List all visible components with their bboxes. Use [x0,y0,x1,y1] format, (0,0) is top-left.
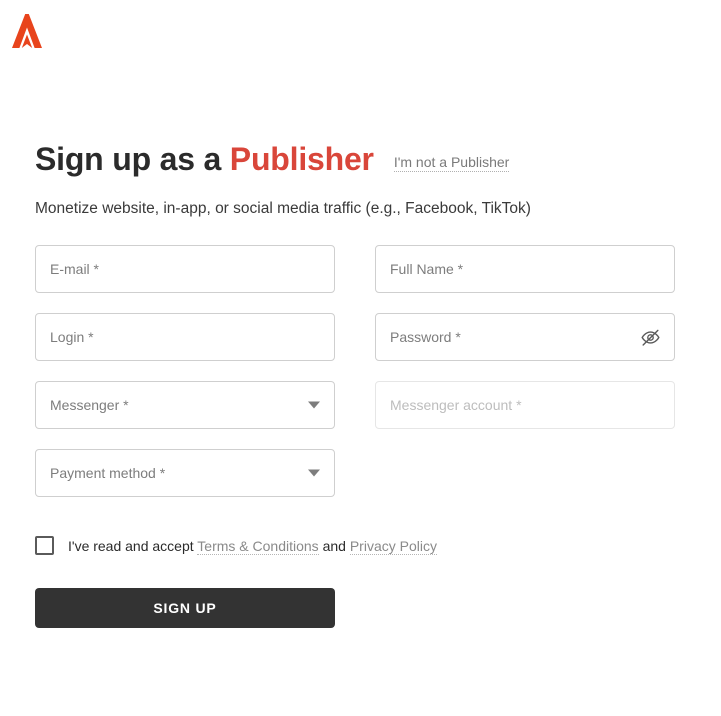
page-heading-row: Sign up as a Publisher I'm not a Publish… [35,137,676,181]
signup-form: E-mail * Full Name * Login * Password * [35,245,676,628]
page-title-prefix: Sign up as a [35,141,222,177]
form-row-3: Messenger * Messenger account * [35,381,676,429]
messenger-placeholder: Messenger * [50,397,129,413]
messenger-account-placeholder: Messenger account * [390,397,522,413]
password-visibility-toggle[interactable] [638,325,662,349]
login-field[interactable]: Login * [35,313,335,361]
terms-row: I've read and accept Terms & Conditions … [35,536,676,555]
chevron-down-icon[interactable] [308,401,320,409]
messenger-select[interactable]: Messenger * [35,381,335,429]
switch-role-link[interactable]: I'm not a Publisher [393,153,510,172]
form-row-4: Payment method * [35,449,676,497]
page-subtitle: Monetize website, in-app, or social medi… [35,200,531,217]
chevron-down-icon[interactable] [308,469,320,477]
signup-page: Sign up as a Publisher I'm not a Publish… [35,137,676,628]
password-field[interactable]: Password * [375,313,675,361]
terms-prefix: I've read and accept [68,537,194,554]
terms-conjunction: and [322,537,346,554]
form-row-2: Login * Password * [35,313,676,361]
page-title: Sign up as a Publisher [35,137,374,181]
payment-method-placeholder: Payment method * [50,465,166,481]
email-placeholder: E-mail * [50,261,100,277]
full-name-field[interactable]: Full Name * [375,245,675,293]
full-name-placeholder: Full Name * [390,261,464,277]
terms-checkbox[interactable] [35,536,54,555]
terms-label: I've read and accept Terms & Conditions … [68,537,437,555]
sign-up-button[interactable]: SIGN UP [35,588,335,628]
site-logo[interactable] [8,11,46,51]
messenger-account-field[interactable]: Messenger account * [375,381,675,429]
privacy-policy-link[interactable]: Privacy Policy [349,537,437,555]
letter-a-logo-icon [12,14,42,48]
eye-off-icon [640,329,660,346]
password-placeholder: Password * [390,329,461,345]
email-field[interactable]: E-mail * [35,245,335,293]
login-placeholder: Login * [50,329,94,345]
terms-conditions-link[interactable]: Terms & Conditions [197,537,319,555]
page-title-accent: Publisher [229,141,374,177]
form-row-1: E-mail * Full Name * [35,245,676,293]
payment-method-select[interactable]: Payment method * [35,449,335,497]
